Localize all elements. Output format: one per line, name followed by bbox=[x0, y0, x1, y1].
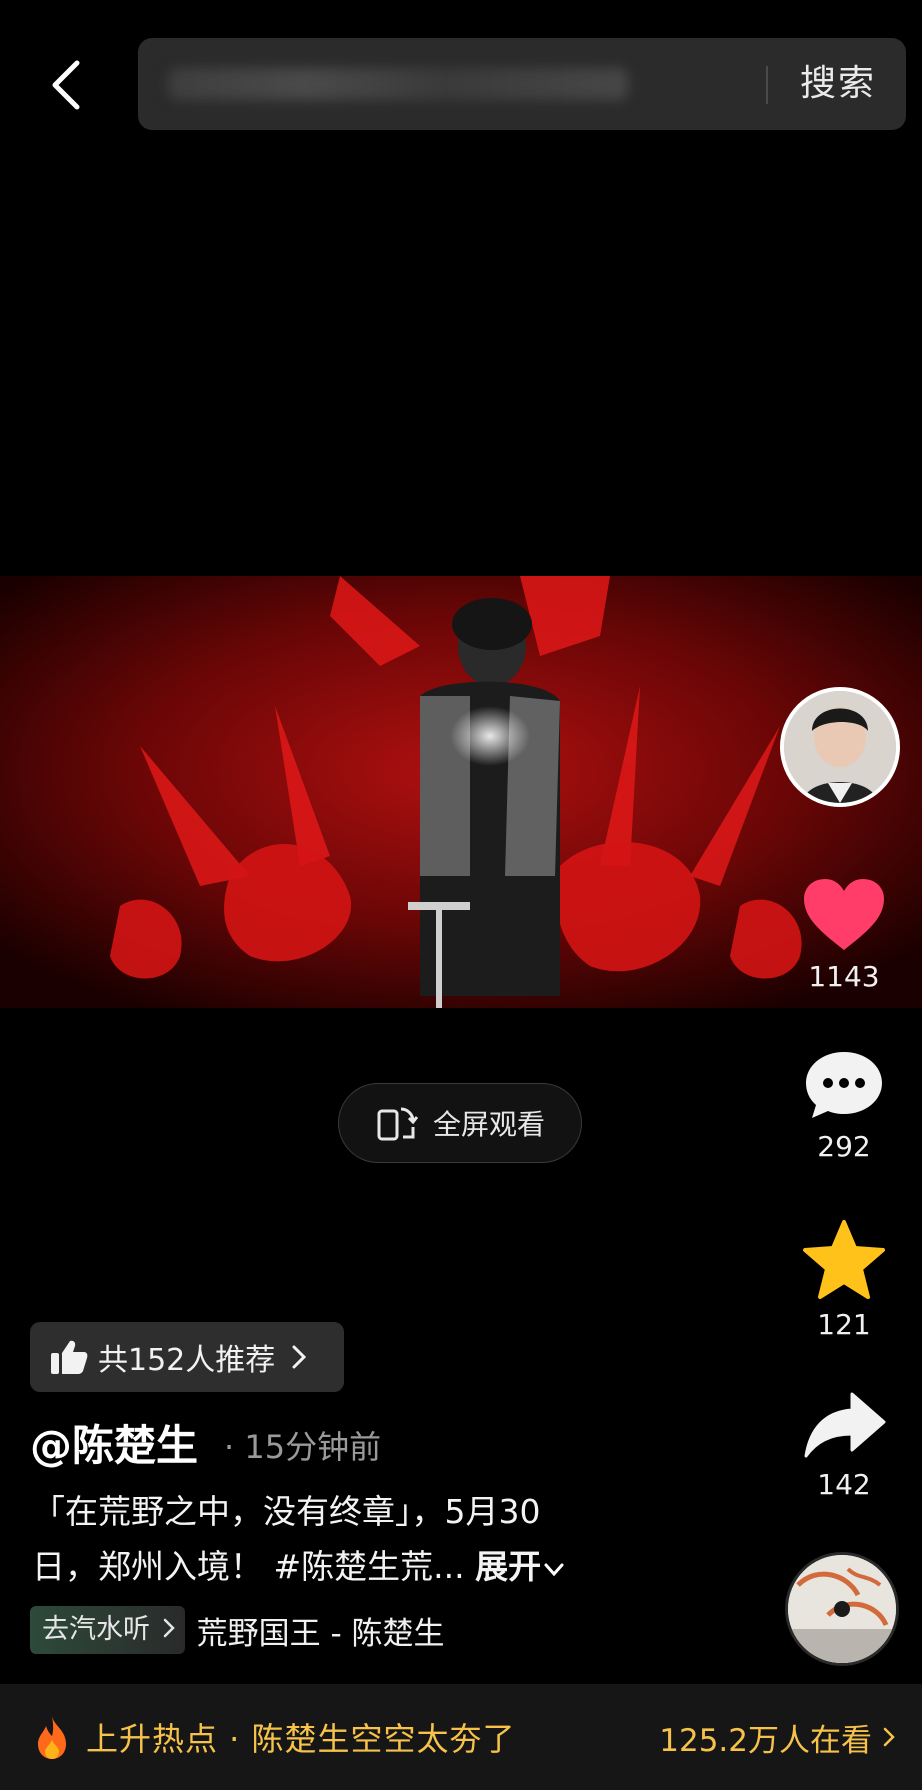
fullscreen-label: 全屏观看 bbox=[432, 1108, 545, 1141]
chevron-right-icon bbox=[883, 1727, 895, 1747]
music-tag-label: 去汽水听 bbox=[42, 1614, 150, 1645]
search-input-blurred[interactable] bbox=[168, 68, 628, 100]
music-name[interactable]: 荒野国王 - 陈楚生 bbox=[197, 1608, 445, 1653]
chevron-down-icon bbox=[544, 1563, 564, 1577]
fullscreen-button[interactable]: 全屏观看 bbox=[338, 1083, 582, 1163]
comment-icon bbox=[806, 1052, 882, 1118]
author-name[interactable]: @陈楚生 bbox=[30, 1412, 198, 1473]
chevron-left-icon bbox=[52, 60, 80, 110]
thumbs-up-icon bbox=[51, 1340, 88, 1374]
like-action[interactable]: 1143 bbox=[794, 876, 894, 993]
video-player[interactable] bbox=[0, 576, 922, 1008]
flame-icon bbox=[38, 1716, 66, 1759]
comment-count: 292 bbox=[817, 1130, 871, 1163]
music-disc[interactable] bbox=[785, 1552, 899, 1666]
recommend-label: 共152人推荐 bbox=[98, 1343, 276, 1378]
album-cover bbox=[788, 1555, 896, 1663]
video-frame bbox=[0, 576, 922, 1008]
chevron-right-icon bbox=[163, 1618, 175, 1638]
share-icon bbox=[804, 1392, 886, 1458]
share-action[interactable]: 142 bbox=[794, 1390, 894, 1501]
listen-in-qishui-button[interactable]: 去汽水听 bbox=[30, 1606, 185, 1654]
trending-bar[interactable]: 上升热点 · 陈楚生空空太夯了 125.2万人在看 bbox=[0, 1684, 922, 1790]
post-time: · 15分钟前 bbox=[224, 1428, 382, 1466]
recommend-button[interactable]: 共152人推荐 bbox=[30, 1322, 344, 1392]
like-count: 1143 bbox=[808, 960, 880, 993]
search-box[interactable]: 搜索 bbox=[138, 38, 906, 130]
share-count: 142 bbox=[817, 1468, 871, 1501]
star-icon bbox=[803, 1220, 885, 1299]
search-button[interactable]: 搜索 bbox=[800, 38, 876, 130]
viewer-count: 125.2万人在看 bbox=[659, 1722, 872, 1759]
search-divider bbox=[766, 66, 768, 104]
avatar-image bbox=[784, 691, 896, 803]
back-button[interactable] bbox=[36, 50, 96, 120]
trending-label: 上升热点 · 陈楚生空空太夯了 bbox=[86, 1720, 516, 1758]
author-avatar[interactable] bbox=[780, 687, 900, 807]
description-line-1: 「在荒野之中，没有终章」，5月30 bbox=[32, 1492, 541, 1531]
comment-action[interactable]: 292 bbox=[794, 1048, 894, 1163]
chevron-right-icon bbox=[292, 1345, 307, 1369]
expand-label: 展开 bbox=[475, 1547, 542, 1586]
favorite-count: 121 bbox=[817, 1308, 871, 1341]
expand-button[interactable]: 展开 bbox=[475, 1547, 565, 1586]
rotate-screen-icon bbox=[377, 1107, 419, 1141]
post-description[interactable]: 「在荒野之中，没有终章」，5月30 日，郑州入境！ #陈楚生荒... 展开 bbox=[32, 1484, 672, 1594]
music-row[interactable]: 去汽水听 荒野国王 - 陈楚生 bbox=[30, 1606, 445, 1654]
heart-icon bbox=[804, 879, 884, 950]
description-line-2: 日，郑州入境！ #陈楚生荒... 展开 bbox=[32, 1539, 672, 1594]
description-line-2-text: 日，郑州入境！ #陈楚生荒... bbox=[32, 1547, 465, 1586]
favorite-action[interactable]: 121 bbox=[794, 1220, 894, 1341]
